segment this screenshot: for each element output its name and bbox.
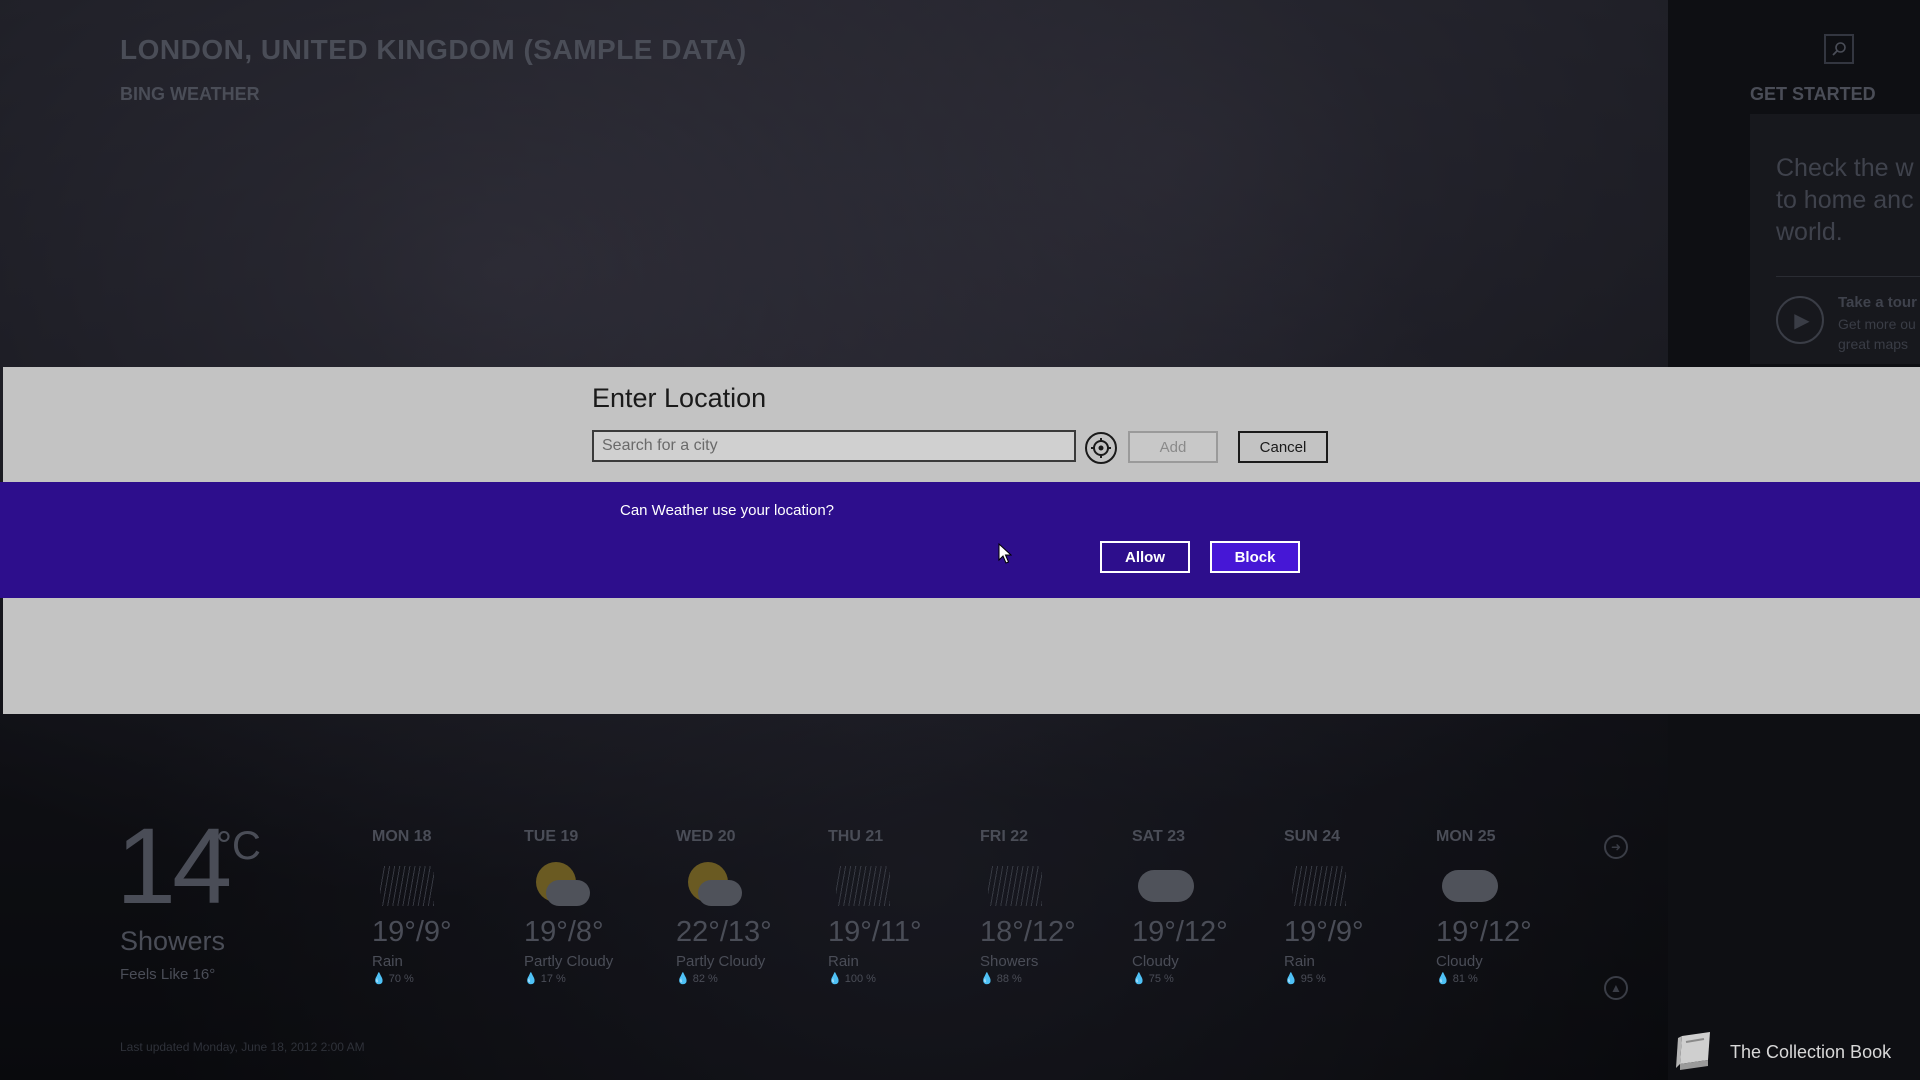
temperature-unit: °C: [216, 824, 261, 868]
current-condition: Showers: [120, 926, 226, 956]
partly-cloudy-icon: [524, 858, 594, 910]
cloudy-icon: [1436, 858, 1506, 910]
forecast-precip: 💧 100 %: [828, 973, 876, 985]
last-updated: Last updated Monday, June 18, 2012 2:00 …: [120, 1040, 365, 1054]
locate-me-icon[interactable]: [1085, 432, 1117, 464]
cloudy-icon: [1132, 858, 1202, 910]
add-button[interactable]: Add: [1128, 431, 1218, 463]
forecast-precip: 💧 95 %: [1284, 973, 1326, 985]
forecast-day-label: THU 21: [828, 828, 884, 845]
rain-icon: [1284, 858, 1354, 910]
showers-icon: [980, 858, 1050, 910]
allow-button[interactable]: Allow: [1100, 541, 1190, 573]
forecast-condition: Rain: [372, 953, 403, 970]
divider: [1776, 276, 1920, 277]
forecast-condition: Cloudy: [1132, 953, 1179, 970]
forecast-precip: 💧 81 %: [1436, 973, 1478, 985]
forecast-day[interactable]: WED 20 22°/13° Partly Cloudy 💧 82 %: [676, 828, 816, 985]
forecast-condition: Partly Cloudy: [676, 953, 766, 970]
scroll-up-arrow-icon[interactable]: ▲: [1604, 976, 1628, 1000]
forecast-day[interactable]: SUN 24 19°/9° Rain 💧 95 %: [1284, 828, 1424, 985]
forecast-condition: Rain: [1284, 953, 1315, 970]
forecast-precip: 💧 82 %: [676, 973, 718, 985]
location-title: LONDON, UNITED KINGDOM (SAMPLE DATA): [120, 34, 747, 65]
forecast-temp: 19°/12°: [1436, 916, 1532, 948]
tour-subtitle: Get more ou great maps: [1838, 316, 1916, 352]
forecast-temp: 18°/12°: [980, 916, 1076, 948]
forecast-day[interactable]: MON 18 19°/9° Rain 💧 70 %: [372, 828, 512, 985]
forecast-day[interactable]: FRI 22 18°/12° Showers 💧 88 %: [980, 828, 1120, 985]
mouse-cursor-icon: [998, 543, 1012, 564]
forecast-condition: Showers: [980, 953, 1039, 970]
forecast-temp: 19°/9°: [372, 916, 452, 948]
forecast-day-label: MON 18: [372, 828, 432, 845]
tour-title: Take a tour: [1838, 294, 1917, 311]
forecast-day[interactable]: MON 25 19°/12° Cloudy 💧 81 %: [1436, 828, 1576, 985]
forecast-temp: 19°/12°: [1132, 916, 1228, 948]
dialog-title: Enter Location: [592, 383, 767, 413]
block-button[interactable]: Block: [1210, 541, 1300, 573]
get-started-heading: GET STARTED: [1750, 84, 1876, 104]
forecast-precip: 💧 75 %: [1132, 973, 1174, 985]
forecast-precip: 💧 88 %: [980, 973, 1022, 985]
book-icon: [1672, 1030, 1718, 1074]
taskbar-app-name: The Collection Book: [1730, 1041, 1892, 1062]
forecast-day-label: FRI 22: [980, 828, 1029, 845]
forecast-day-label: SUN 24: [1284, 828, 1341, 845]
get-started-card[interactable]: Check the w to home anc world. ▶ Take a …: [1750, 114, 1920, 364]
rain-icon: [372, 858, 442, 910]
forecast-day[interactable]: TUE 19 19°/8° Partly Cloudy 💧 17 %: [524, 828, 664, 985]
location-dialog-bottom: [3, 598, 1920, 714]
location-dialog: [3, 367, 1920, 482]
forecast-condition: Cloudy: [1436, 953, 1483, 970]
play-icon[interactable]: ▶: [1776, 296, 1824, 344]
permission-question: Can Weather use your location?: [620, 502, 835, 519]
taskbar-app[interactable]: The Collection Book: [1672, 1030, 1891, 1074]
rain-icon: [828, 858, 898, 910]
forecast-day-label: SAT 23: [1132, 828, 1186, 845]
forecast-day-label: MON 25: [1436, 828, 1496, 845]
forecast-condition: Partly Cloudy: [524, 953, 614, 970]
location-permission-bar: [0, 482, 1920, 598]
forecast-temp: 19°/11°: [828, 916, 922, 948]
current-temperature: 14: [116, 805, 232, 926]
next-arrow-icon[interactable]: ➜: [1604, 835, 1628, 859]
feels-like: Feels Like 16°: [120, 966, 216, 983]
get-started-text: Check the w to home anc world.: [1776, 154, 1914, 246]
forecast-day[interactable]: SAT 23 19°/12° Cloudy 💧 75 %: [1132, 828, 1272, 985]
city-search-input[interactable]: [592, 430, 1076, 462]
forecast-condition: Rain: [828, 953, 859, 970]
partly-cloudy-icon: [676, 858, 746, 910]
search-icon[interactable]: [1824, 34, 1854, 64]
forecast-temp: 19°/8°: [524, 916, 604, 948]
forecast-day[interactable]: THU 21 19°/11° Rain 💧 100 %: [828, 828, 968, 985]
forecast-day-label: TUE 19: [524, 828, 579, 845]
app-subtitle: BING WEATHER: [120, 84, 260, 104]
forecast-precip: 💧 70 %: [372, 973, 414, 985]
forecast-temp: 22°/13°: [676, 916, 772, 948]
cancel-button[interactable]: Cancel: [1238, 431, 1328, 463]
forecast-precip: 💧 17 %: [524, 973, 566, 985]
forecast-day-label: WED 20: [676, 828, 736, 845]
forecast-temp: 19°/9°: [1284, 916, 1364, 948]
